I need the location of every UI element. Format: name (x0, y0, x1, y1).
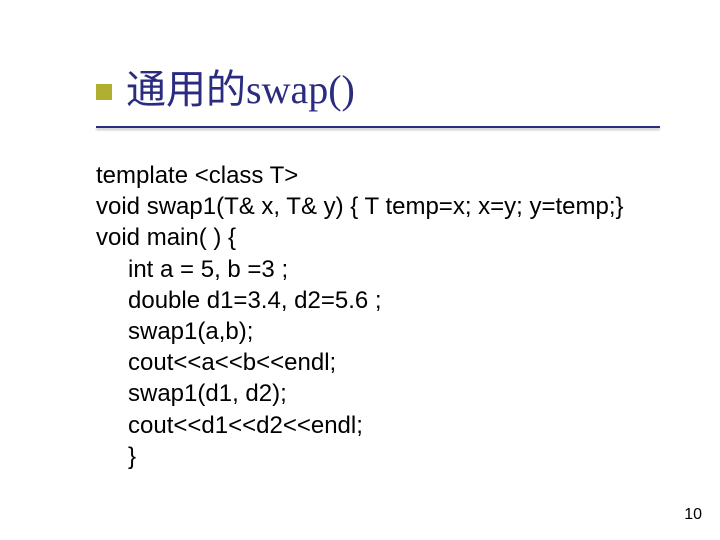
code-line: } (96, 441, 660, 472)
slide: 通用的swap() template <class T> void swap1(… (0, 0, 720, 540)
code-line: swap1(d1, d2); (96, 378, 660, 409)
title-bullet-icon (96, 84, 112, 100)
code-line: template <class T> (96, 160, 660, 191)
code-line: cout<<a<<b<<endl; (96, 347, 660, 378)
page-number: 10 (684, 506, 702, 524)
slide-title: 通用的swap() (126, 68, 355, 112)
title-row: 通用的swap() (96, 68, 680, 112)
code-line: cout<<d1<<d2<<endl; (96, 410, 660, 441)
code-body: template <class T> void swap1(T& x, T& y… (96, 160, 660, 472)
code-line: int a = 5, b =3 ; (96, 254, 660, 285)
code-line: double d1=3.4, d2=5.6 ; (96, 285, 660, 316)
code-line: void swap1(T& x, T& y) { T temp=x; x=y; … (96, 191, 660, 222)
code-line: void main( ) { (96, 222, 660, 253)
code-line: swap1(a,b); (96, 316, 660, 347)
title-underline (96, 126, 660, 128)
